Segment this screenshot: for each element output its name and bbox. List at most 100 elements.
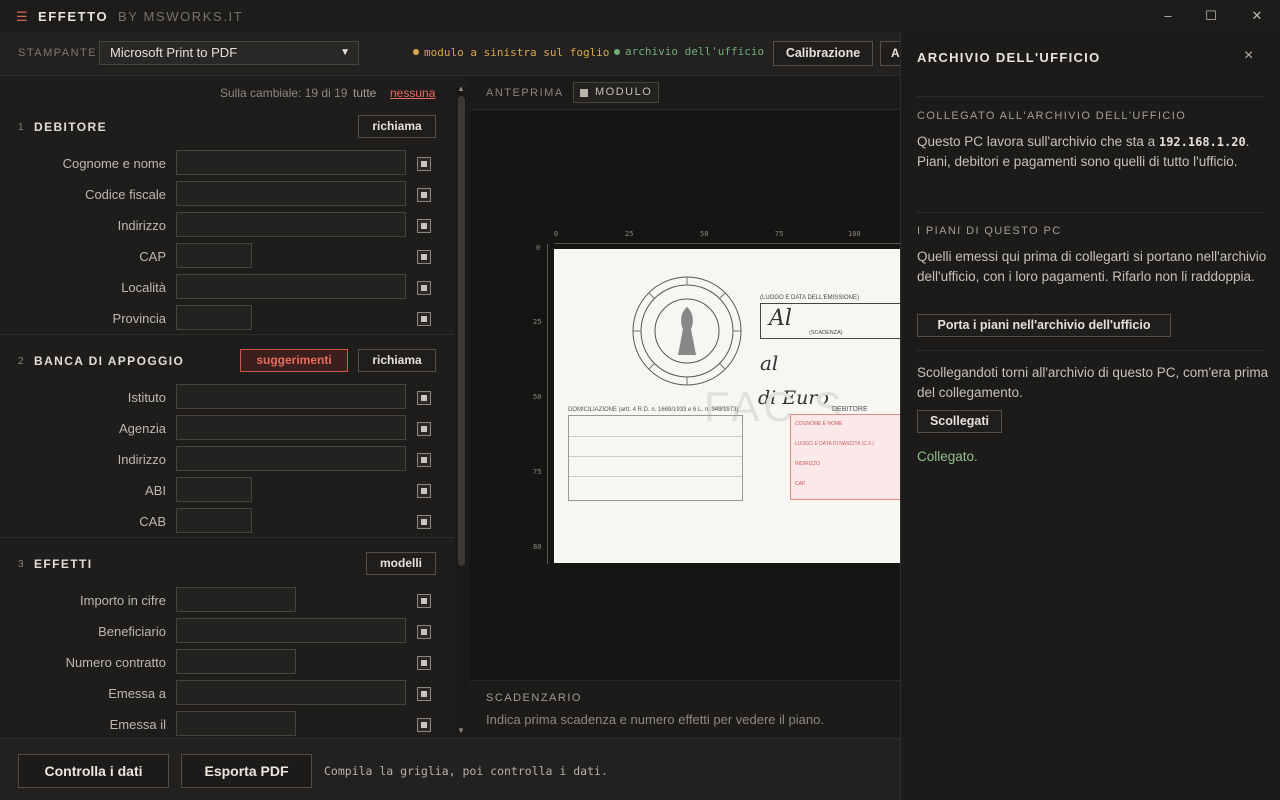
cognome-nome-input[interactable] [176, 150, 406, 175]
checkbox-emessa-il[interactable] [417, 718, 431, 732]
checkbox-contratto[interactable] [417, 656, 431, 670]
checkbox-indirizzo-banca[interactable] [417, 453, 431, 467]
close-icon[interactable]: × [1244, 47, 1253, 65]
checkbox-agenzia[interactable] [417, 422, 431, 436]
indirizzo-debitore-input[interactable] [176, 212, 406, 237]
abi-input[interactable] [176, 477, 252, 502]
cap-input[interactable] [176, 243, 252, 268]
modelli-button[interactable]: modelli [366, 552, 436, 575]
minimize-icon[interactable]: – [1145, 0, 1191, 32]
scadenza-box: Al (SCADENZA) [760, 303, 900, 339]
app-brand: EFFETTO [38, 9, 109, 24]
connection-status: Collegato. [917, 449, 978, 464]
localita-input[interactable] [176, 274, 406, 299]
scroll-thumb[interactable] [458, 96, 465, 566]
scroll-down-icon[interactable]: ▼ [457, 726, 465, 735]
toggle-square-icon [580, 89, 588, 97]
checkbox-provincia[interactable] [417, 312, 431, 326]
ruler-tick: 75 [775, 230, 784, 238]
checkbox-beneficiario[interactable] [417, 625, 431, 639]
codice-fiscale-input[interactable] [176, 181, 406, 206]
divider [0, 537, 456, 538]
archivio-drawer: ARCHIVIO DELL'UFFICIO × COLLEGATO ALL'AR… [900, 32, 1280, 800]
istituto-input[interactable] [176, 384, 406, 409]
checkbox-codice-fiscale[interactable] [417, 188, 431, 202]
emessa-il-input[interactable] [176, 711, 296, 736]
field-label: Codice fiscale [85, 187, 166, 202]
checkbox-abi[interactable] [417, 484, 431, 498]
section-plans-head: I PIANI DI QUESTO PC [917, 225, 1062, 237]
checkbox-cab[interactable] [417, 515, 431, 529]
field-label: CAB [139, 514, 166, 529]
ruler-top: 0 25 50 75 100 [554, 228, 900, 244]
preview-label: ANTEPRIMA [486, 87, 564, 99]
checkbox-cap[interactable] [417, 250, 431, 264]
form-scrollbar[interactable]: ▲ ▼ [455, 84, 467, 736]
richiama-debitore-button[interactable]: richiama [358, 115, 436, 138]
provincia-input[interactable] [176, 305, 252, 330]
section-3-number: 3 [18, 559, 24, 570]
suggerimenti-button[interactable]: suggerimenti [240, 349, 348, 372]
status-dot-left-icon [413, 49, 419, 55]
calibrazione-button[interactable]: Calibrazione [773, 41, 873, 66]
emessa-a-input[interactable] [176, 680, 406, 705]
field-label: Provincia [112, 311, 166, 326]
porta-piani-button[interactable]: Porta i piani nell'archivio dell'ufficio [917, 314, 1171, 337]
scadenza-caption: (SCADENZA) [809, 330, 843, 336]
field-label: Indirizzo [117, 452, 166, 467]
section-connected-head: COLLEGATO ALL'ARCHIVIO DELL'UFFICIO [917, 110, 1187, 122]
checkbox-istituto[interactable] [417, 391, 431, 405]
ruler-tick: 100 [848, 230, 861, 238]
title-bar: ☰ EFFETTO BY MSWORKS.IT – ☐ ✕ [0, 0, 1280, 32]
field-label: Emessa a [108, 686, 166, 701]
beneficiario-input[interactable] [176, 618, 406, 643]
seal-icon [632, 276, 742, 386]
section-2-title: BANCA DI APPOGGIO [34, 354, 185, 368]
select-all-link[interactable]: tutte [353, 86, 376, 100]
esporta-pdf-button[interactable]: Esporta PDF [181, 754, 312, 788]
checkbox-localita[interactable] [417, 281, 431, 295]
field-label: Numero contratto [65, 655, 166, 670]
status-dot-right-icon [614, 49, 620, 55]
al-text: Al [769, 306, 792, 331]
select-none-link[interactable]: nessuna [390, 86, 435, 100]
checkbox-indirizzo[interactable] [417, 219, 431, 233]
debitore-box: COGNOME E NOME LUOGO E DATA DI NASCITA (… [790, 414, 900, 500]
importo-input[interactable] [176, 587, 296, 612]
cap-caption: CAP [795, 481, 806, 487]
section-1-title: DEBITORE [34, 120, 107, 134]
field-label: Cognome e nome [62, 156, 166, 171]
section-1-number: 1 [18, 122, 24, 133]
ruler-tick: 0 [554, 230, 559, 238]
close-window-icon[interactable]: ✕ [1234, 0, 1280, 32]
maximize-icon[interactable]: ☐ [1188, 0, 1234, 32]
checkbox-importo[interactable] [417, 594, 431, 608]
form-panel: Sulla cambiale: 19 di 19 tutte nessuna 1… [0, 76, 468, 738]
field-label: Località [121, 280, 166, 295]
field-label: Importo in cifre [80, 593, 166, 608]
luogo-label: (LUOGO E DATA DELL'EMISSIONE) [760, 295, 859, 301]
agenzia-input[interactable] [176, 415, 406, 440]
printer-label: STAMPANTE [18, 47, 98, 59]
domiciliazione-label: DOMICILIAZIONE (artt. 4 R.D. n. 1669/193… [568, 407, 739, 413]
modulo-toggle[interactable]: MODULO [573, 82, 659, 103]
richiama-banca-button[interactable]: richiama [358, 349, 436, 372]
checkbox-cognome[interactable] [417, 157, 431, 171]
al2-text: al [760, 351, 779, 375]
field-label: Agenzia [119, 421, 166, 436]
section-2-number: 2 [18, 356, 24, 367]
indirizzo-banca-input[interactable] [176, 446, 406, 471]
scroll-up-icon[interactable]: ▲ [457, 84, 465, 93]
printer-select[interactable]: Microsoft Print to PDF ▼ [99, 41, 359, 65]
field-label: CAP [139, 249, 166, 264]
controlla-dati-button[interactable]: Controlla i dati [18, 754, 169, 788]
numero-contratto-input[interactable] [176, 649, 296, 674]
scollegati-button[interactable]: Scollegati [917, 410, 1002, 433]
checkbox-emessa-a[interactable] [417, 687, 431, 701]
cognome-caption: COGNOME E NOME [795, 421, 843, 427]
cab-input[interactable] [176, 508, 252, 533]
indirizzo-caption: INDIRIZZO [795, 461, 820, 467]
field-label: Emessa il [109, 717, 166, 732]
menu-icon[interactable]: ☰ [16, 9, 28, 25]
ruler-tick: 50 [700, 230, 709, 238]
